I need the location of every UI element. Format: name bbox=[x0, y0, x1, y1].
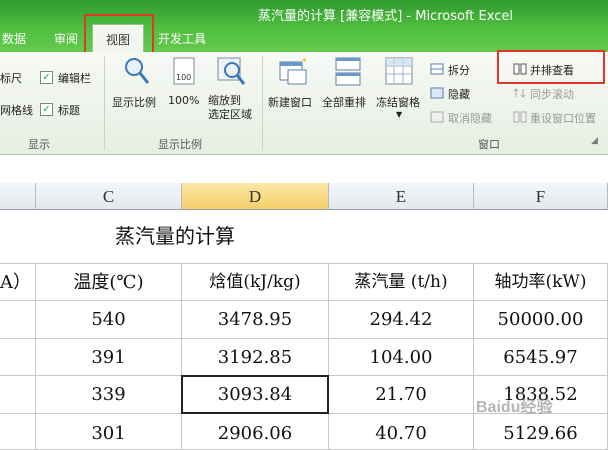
table-cell[interactable] bbox=[0, 414, 36, 450]
dialog-launcher-icon[interactable]: ◢ bbox=[591, 136, 598, 146]
tab-view-label: 视图 bbox=[105, 33, 130, 47]
hide-button[interactable]: 隐藏 bbox=[448, 86, 470, 102]
new-window-icon bbox=[279, 58, 307, 85]
header-cell[interactable]: 温度(℃) bbox=[36, 264, 182, 301]
formula-bar-label: 编辑栏 bbox=[58, 72, 91, 85]
group-separator bbox=[262, 56, 263, 150]
ruler-label: 标尺 bbox=[0, 72, 22, 85]
arrange-all-button[interactable]: 全部重排 bbox=[322, 94, 366, 110]
title-row[interactable] bbox=[0, 210, 608, 264]
zoom-100-button[interactable]: 100% bbox=[168, 94, 199, 107]
freeze-panes-button[interactable]: 冻结窗格 bbox=[376, 94, 420, 110]
header-cell[interactable]: A） bbox=[0, 264, 36, 301]
column-header-c[interactable]: C bbox=[36, 183, 182, 210]
sync-scroll-button[interactable]: 同步滚动 bbox=[530, 86, 574, 102]
formula-bar-checkbox[interactable]: ✓ bbox=[40, 71, 53, 84]
table-cell[interactable]: 540 bbox=[36, 301, 182, 339]
window-group-label: 窗口 bbox=[478, 138, 500, 151]
tab-data[interactable]: 数据 bbox=[2, 30, 26, 47]
table-cell[interactable]: 40.70 bbox=[329, 414, 474, 450]
header-cell[interactable]: 焓值(kJ/kg) bbox=[182, 264, 329, 301]
window-title: 蒸汽量的计算 [兼容模式] - Microsoft Excel bbox=[258, 9, 513, 24]
table-cell[interactable]: 104.00 bbox=[329, 339, 474, 376]
reset-window-position-button[interactable]: 重设窗口位置 bbox=[530, 110, 596, 126]
new-window-button[interactable]: 新建窗口 bbox=[268, 94, 312, 110]
header-cell[interactable]: 轴功率(kW) bbox=[474, 264, 608, 301]
headings-label: 标题 bbox=[58, 104, 80, 117]
zoom-button[interactable]: 显示比例 bbox=[112, 94, 156, 110]
gridlines-label: 网格线 bbox=[0, 104, 33, 117]
table-cell[interactable]: 5129.66 bbox=[474, 414, 608, 450]
view-side-by-side-button[interactable]: 并排查看 bbox=[530, 62, 574, 78]
page-100-icon: 100 bbox=[173, 57, 195, 85]
sheet-title: 蒸汽量的计算 bbox=[115, 224, 235, 248]
table-cell[interactable] bbox=[0, 376, 36, 414]
sync-scroll-icon bbox=[513, 88, 526, 98]
title-bar: 蒸汽量的计算 [兼容模式] - Microsoft Excel 数据 审阅 视图… bbox=[0, 0, 608, 52]
table-cell[interactable]: 294.42 bbox=[329, 301, 474, 339]
table-cell[interactable]: 6545.97 bbox=[474, 339, 608, 376]
freeze-panes-icon bbox=[385, 57, 413, 85]
unhide-button[interactable]: 取消隐藏 bbox=[448, 110, 492, 126]
chevron-down-icon[interactable]: ▼ bbox=[396, 110, 402, 119]
arrange-all-icon bbox=[335, 57, 361, 86]
table-cell[interactable]: 50000.00 bbox=[474, 301, 608, 339]
table-cell[interactable]: 21.70 bbox=[329, 376, 474, 414]
formula-bar[interactable] bbox=[0, 155, 608, 184]
tab-developer[interactable]: 开发工具 bbox=[158, 30, 206, 47]
table-cell[interactable]: 391 bbox=[36, 339, 182, 376]
side-by-side-icon bbox=[513, 63, 527, 75]
magnifier-icon bbox=[125, 58, 150, 84]
reset-position-icon bbox=[513, 111, 527, 123]
table-cell[interactable] bbox=[0, 301, 36, 339]
split-button[interactable]: 拆分 bbox=[448, 62, 470, 78]
header-cell[interactable]: 蒸汽量 (t/h) bbox=[329, 264, 474, 301]
group-separator bbox=[104, 56, 105, 150]
show-group-label: 显示 bbox=[28, 138, 50, 151]
tab-review[interactable]: 审阅 bbox=[54, 30, 78, 47]
table-cell[interactable] bbox=[0, 339, 36, 376]
unhide-icon bbox=[430, 111, 444, 123]
zoom-selection-icon bbox=[217, 57, 246, 85]
split-icon bbox=[430, 63, 444, 75]
column-header-b[interactable] bbox=[0, 183, 36, 210]
watermark: Baidu经验 bbox=[476, 399, 553, 416]
table-cell[interactable]: 301 bbox=[36, 414, 182, 450]
svg-text:100: 100 bbox=[176, 73, 191, 82]
table-cell[interactable]: 2906.06 bbox=[182, 414, 329, 450]
hide-icon bbox=[430, 87, 444, 99]
column-header-d[interactable]: D bbox=[182, 183, 329, 210]
zoom-group-label: 显示比例 bbox=[158, 138, 202, 151]
table-cell[interactable]: 339 bbox=[36, 376, 182, 414]
tab-view[interactable]: 视图 bbox=[92, 24, 144, 52]
headings-checkbox[interactable]: ✓ bbox=[40, 103, 53, 116]
ribbon: 标尺 ✓ 编辑栏 网格线 ✓ 标题 显示 显示比例 100 100% 缩放到 选… bbox=[0, 52, 608, 155]
zoom-to-selection-button[interactable]: 缩放到 选定区域 bbox=[208, 94, 252, 122]
table-cell[interactable]: 3478.95 bbox=[182, 301, 329, 339]
active-cell-border bbox=[181, 375, 329, 414]
column-header-f[interactable]: F bbox=[474, 183, 608, 210]
column-header-e[interactable]: E bbox=[329, 183, 474, 210]
table-cell[interactable]: 3192.85 bbox=[182, 339, 329, 376]
